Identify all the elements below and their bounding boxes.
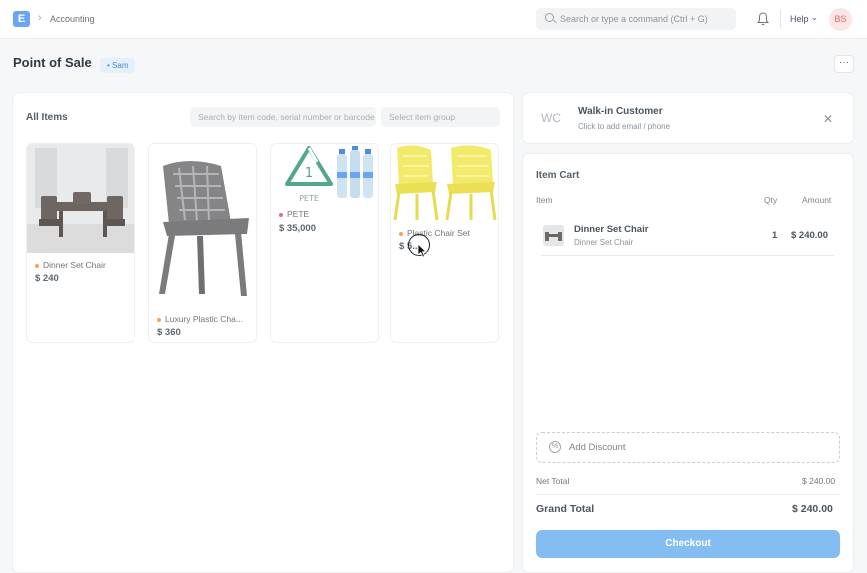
customer-contact-link[interactable]: Click to add email / phone <box>578 122 670 131</box>
item-name: PETE <box>287 209 310 219</box>
percent-icon: % <box>549 441 561 453</box>
avatar[interactable]: BS <box>829 8 852 31</box>
cart-item-amount: $ 240.00 <box>791 230 828 241</box>
app-logo[interactable]: E <box>13 11 30 27</box>
item-group-select[interactable]: Select item group <box>381 107 500 127</box>
items-panel-title: All Items <box>26 112 68 123</box>
chevron-down-icon[interactable]: ⌄ <box>811 13 818 22</box>
badge-label: Sam <box>112 61 129 70</box>
cart-item-description: Dinner Set Chair <box>574 238 634 247</box>
svg-text:1: 1 <box>305 166 313 181</box>
cart-header-item: Item <box>536 195 553 205</box>
cart-item-name[interactable]: Dinner Set Chair <box>574 224 648 235</box>
search-icon <box>545 13 554 22</box>
item-name: Dinner Set Chair <box>43 260 106 270</box>
mouse-pointer-icon <box>417 243 427 258</box>
help-dropdown[interactable]: Help <box>790 14 809 24</box>
item-image <box>159 161 249 296</box>
item-card-luxury-plastic-chair[interactable]: Luxury Plastic Cha... $ 360 <box>148 143 257 343</box>
cart-header-amount: Amount <box>802 195 832 205</box>
more-options-button[interactable]: ··· <box>834 55 854 73</box>
cart-title: Item Cart <box>536 170 580 181</box>
awesome-bar-placeholder[interactable]: Search or type a command (Ctrl + G) <box>560 14 708 24</box>
page-title: Point of Sale <box>13 55 92 70</box>
item-price: $ 360 <box>157 327 181 338</box>
item-card-plastic-chair-set[interactable]: Plastic Chair Set $ 5... <box>390 143 499 343</box>
cart-header-qty: Qty <box>764 195 778 205</box>
grand-total-value: $ 240.00 <box>792 503 833 515</box>
net-total-value: $ 240.00 <box>802 476 836 486</box>
status-badge: • Sam <box>100 58 136 73</box>
item-card-dinner-set-chair[interactable]: Dinner Set Chair $ 240 <box>26 143 135 343</box>
navbar-divider <box>780 10 781 28</box>
customer-avatar: WC <box>541 111 561 125</box>
close-icon[interactable]: ✕ <box>823 112 833 126</box>
totals-divider <box>536 494 840 495</box>
status-dot <box>279 213 283 217</box>
item-price: $ 240 <box>35 273 59 284</box>
svg-text:PETE: PETE <box>299 194 319 203</box>
cart-divider <box>541 255 834 256</box>
cart-item-thumbnail <box>543 225 564 246</box>
breadcrumb-accounting[interactable]: Accounting <box>50 14 95 24</box>
item-price: $ 35,000 <box>279 223 316 234</box>
add-discount-label[interactable]: Add Discount <box>569 442 626 453</box>
checkout-button[interactable]: Checkout <box>536 530 840 558</box>
item-card-pete[interactable]: 1 PETE PETE $ 35,000 <box>270 143 379 343</box>
bottles-image <box>337 146 373 198</box>
item-search-input[interactable]: Search by item code, serial number or ba… <box>190 107 376 127</box>
navbar <box>0 0 867 39</box>
chevron-right-icon: › <box>38 12 42 24</box>
bell-icon[interactable] <box>757 12 769 26</box>
status-dot <box>157 318 161 322</box>
item-name: Luxury Plastic Cha... <box>165 314 243 324</box>
status-dot <box>35 264 39 268</box>
customer-panel[interactable] <box>522 92 854 144</box>
status-dot <box>399 232 403 236</box>
recycle-icon: 1 PETE <box>285 146 333 203</box>
grand-total-label: Grand Total <box>536 503 595 515</box>
item-image <box>27 144 134 253</box>
net-total-label: Net Total <box>536 476 570 486</box>
item-image <box>393 145 497 221</box>
cart-item-qty[interactable]: 1 <box>772 230 777 241</box>
customer-name: Walk-in Customer <box>578 106 663 117</box>
